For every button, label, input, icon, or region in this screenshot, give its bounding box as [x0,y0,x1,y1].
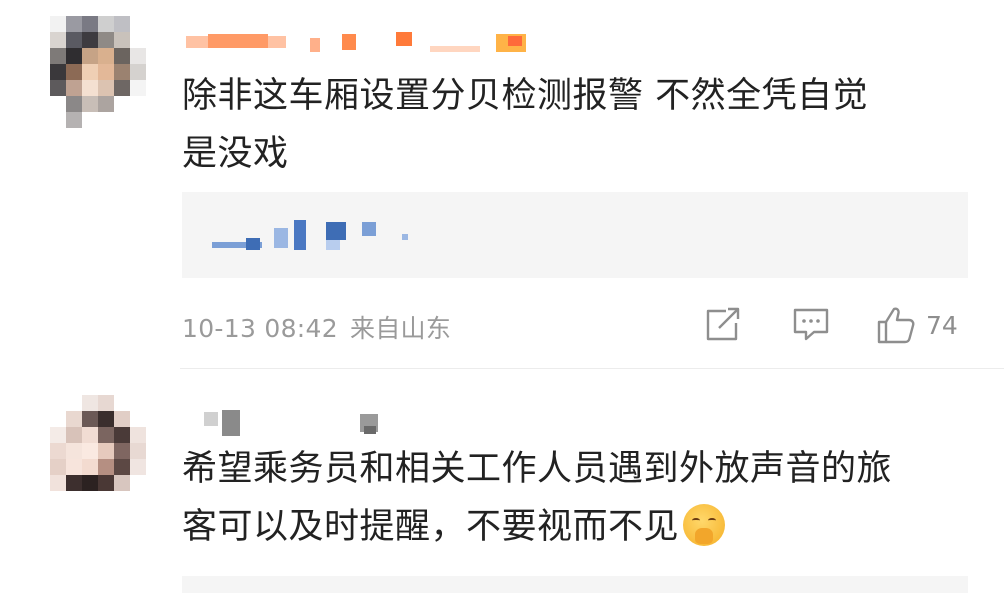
emoji-hands [695,528,714,544]
comment-text-line: 除非这车厢设置分贝检测报警 不然全凭自觉 [182,76,869,116]
comment-text: 希望乘务员和相关工作人员遇到外放声音的旅 客可以及时提醒，不要视而不见 [182,440,982,556]
like-button[interactable]: 74 [876,305,958,345]
comment-item: 除非这车厢设置分贝检测报警 不然全凭自觉 是没戏 10-13 08:42 来自山东 [0,0,1004,368]
comment-timestamp: 10-13 08:42 [182,314,338,343]
comment-button[interactable] [792,305,830,345]
comment-text-line: 客可以及时提醒，不要视而不见 [182,498,982,556]
reply-preview-box[interactable] [182,576,968,593]
comment-icon [793,308,829,341]
comment-text-line: 是没戏 [182,134,289,174]
reply-preview-box[interactable] [182,192,968,278]
comment-meta: 10-13 08:42 来自山东 74 [182,305,968,345]
share-button[interactable] [704,305,742,345]
avatar-pixelated[interactable] [50,16,146,128]
username-redacted[interactable] [200,410,400,436]
comment-text-line: 希望乘务员和相关工作人员遇到外放声音的旅 [182,449,893,489]
comment-location: 来自山东 [349,314,452,343]
avatar-pixelated[interactable] [50,395,146,507]
pleading-face-emoji [683,504,726,546]
username-redacted[interactable] [186,32,536,52]
share-icon [706,307,740,341]
comment-text-segment: 客可以及时提醒，不要视而不见 [182,507,680,547]
thumbs-up-icon [877,307,915,344]
like-count: 74 [926,310,958,340]
comment-text: 除非这车厢设置分贝检测报警 不然全凭自觉 是没戏 [182,67,982,183]
comment-meta-text: 10-13 08:42 来自山东 [182,309,451,345]
